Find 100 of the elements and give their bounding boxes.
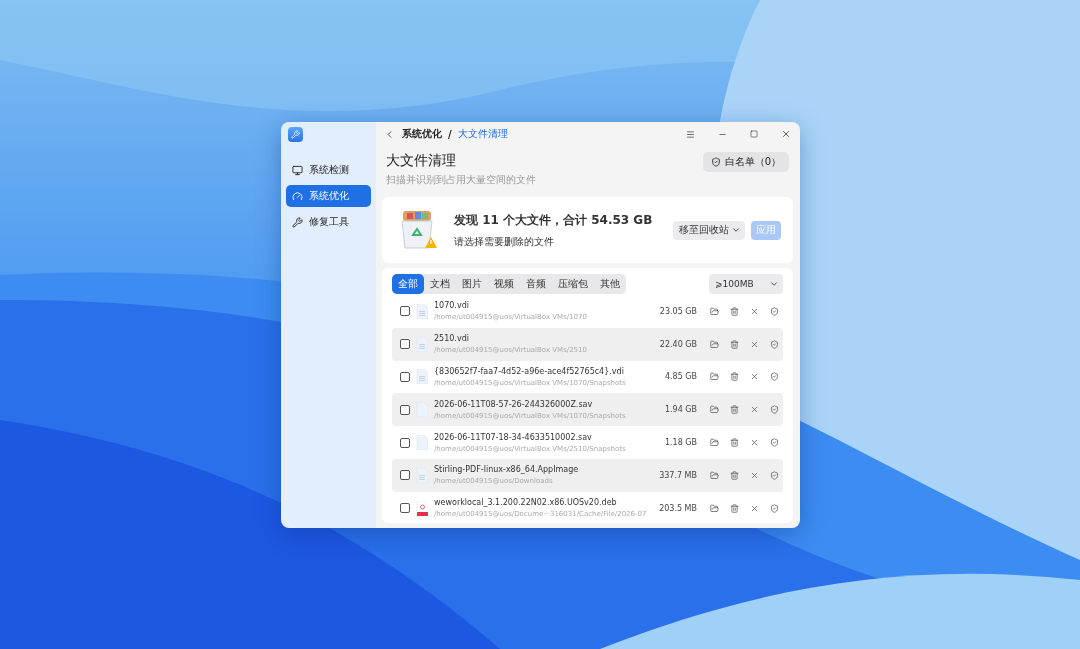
folder-icon: [710, 405, 719, 415]
file-name: weworklocal_3.1.200.22N02.x86.UOSv20.deb: [434, 498, 618, 508]
shield-check-icon: [710, 157, 721, 167]
menu-icon: [685, 129, 695, 139]
breadcrumb-current: 大文件清理: [457, 127, 508, 141]
delete-button[interactable]: [730, 405, 739, 415]
filter-tab[interactable]: 文档: [424, 274, 456, 294]
whitelist-add-button[interactable]: [770, 405, 779, 415]
delete-button[interactable]: [730, 438, 739, 448]
trash-icon: [730, 438, 739, 448]
delete-button[interactable]: [730, 372, 739, 382]
remove-button[interactable]: [750, 470, 759, 480]
page-title: 大文件清理: [386, 152, 457, 170]
remove-button[interactable]: [750, 372, 759, 382]
sidebar-item[interactable]: 系统优化: [286, 185, 371, 207]
open-folder-button[interactable]: [710, 372, 719, 382]
shield-check-icon: [770, 339, 779, 349]
trash-icon: [730, 470, 739, 480]
open-folder-button[interactable]: [710, 339, 719, 349]
remove-button[interactable]: [750, 405, 759, 415]
document-icon: [416, 467, 428, 483]
shield-check-icon: [770, 405, 779, 415]
file-size: 4.85 GB: [664, 372, 697, 382]
action-dropdown[interactable]: 移至回收站: [673, 220, 745, 240]
file-name: 2026-06-11T07-18-34-4633510002.sav: [434, 432, 593, 442]
folder-icon: [710, 470, 719, 480]
chevron-down-icon: [731, 225, 741, 235]
remove-button[interactable]: [750, 306, 759, 316]
checkbox[interactable]: [400, 372, 410, 382]
breadcrumb-separator: /: [448, 128, 452, 140]
whitelist-add-button[interactable]: [770, 306, 779, 316]
filter-tab[interactable]: 全部: [392, 274, 424, 294]
close-icon: [781, 129, 791, 139]
folder-icon: [710, 339, 719, 349]
filter-tab[interactable]: 视频: [488, 274, 520, 294]
file-name: Stirling-PDF-linux-x86_64.AppImage: [434, 465, 580, 475]
filter-tab[interactable]: 压缩包: [552, 274, 594, 294]
folder-icon: [710, 438, 719, 448]
whitelist-button[interactable]: 白名单（0）: [702, 152, 789, 172]
breadcrumb-link[interactable]: 系统优化: [402, 127, 442, 141]
delete-button[interactable]: [730, 306, 739, 316]
folder-icon: [710, 372, 719, 382]
delete-button[interactable]: [730, 470, 739, 480]
trash-icon: [730, 372, 739, 382]
close-icon: [750, 470, 759, 480]
file-size: 203.5 MB: [659, 503, 697, 513]
file-size: 1.94 GB: [664, 405, 697, 415]
file-size: 23.05 GB: [659, 306, 697, 316]
package-file-icon: [416, 500, 428, 516]
filter-tab[interactable]: 音频: [520, 274, 552, 294]
shield-check-icon: [770, 503, 779, 513]
open-folder-button[interactable]: [710, 405, 719, 415]
close-icon: [750, 405, 759, 415]
shield-check-icon: [770, 470, 779, 480]
open-folder-button[interactable]: [710, 503, 719, 513]
remove-button[interactable]: [750, 438, 759, 448]
whitelist-add-button[interactable]: [770, 470, 779, 480]
whitelist-add-button[interactable]: [770, 503, 779, 513]
folder-icon: [710, 503, 719, 513]
checkbox[interactable]: [400, 404, 410, 415]
close-icon: [750, 339, 759, 349]
recycle-bin-drawing: [400, 209, 438, 251]
checkbox[interactable]: [400, 339, 410, 350]
delete-button[interactable]: [730, 503, 739, 513]
filter-tab[interactable]: 其他: [594, 274, 626, 294]
whitelist-add-button[interactable]: [770, 372, 779, 382]
file-name: 2026-06-11T08-57-26-244326000Z.sav: [434, 399, 594, 409]
file-size: 337.7 MB: [659, 470, 697, 480]
open-folder-button[interactable]: [710, 306, 719, 316]
summary-headline: 发现 11 个大文件，合计 54.53 GB: [454, 211, 654, 229]
maximize-button[interactable]: [747, 127, 761, 141]
checkbox[interactable]: [400, 306, 410, 317]
maximize-icon: [750, 130, 758, 138]
size-filter-dropdown[interactable]: ⩾100MB: [709, 274, 783, 294]
shield-check-icon: [770, 438, 779, 448]
gauge-icon: [292, 190, 303, 202]
remove-button[interactable]: [750, 339, 759, 349]
filter-tab[interactable]: 图片: [456, 274, 488, 294]
open-folder-button[interactable]: [710, 438, 719, 448]
open-folder-button[interactable]: [710, 470, 719, 480]
file-name: 1070.vdi: [434, 301, 470, 311]
file-name: {830652f7-faa7-4d52-a96e-ace4f52765c4}.vdi: [434, 367, 625, 376]
sidebar-item[interactable]: 系统检测: [286, 159, 371, 181]
folder-icon: [710, 306, 719, 316]
checkbox[interactable]: [400, 437, 410, 448]
checkbox[interactable]: [400, 503, 410, 514]
whitelist-add-button[interactable]: [770, 438, 779, 448]
sidebar-item[interactable]: 修复工具: [286, 211, 371, 233]
page-subtitle: 扫描并识别到占用大量空间的文件: [386, 173, 536, 187]
close-icon: [750, 372, 759, 382]
remove-button[interactable]: [750, 503, 759, 513]
document-icon: [416, 303, 428, 319]
trash-icon: [730, 503, 739, 513]
file-size: 22.40 GB: [659, 339, 697, 349]
shield-check-icon: [770, 372, 779, 382]
whitelist-add-button[interactable]: [770, 339, 779, 349]
monitor-icon: [292, 164, 303, 176]
delete-button[interactable]: [730, 339, 739, 349]
document-icon: [416, 435, 428, 451]
checkbox[interactable]: [400, 470, 410, 481]
